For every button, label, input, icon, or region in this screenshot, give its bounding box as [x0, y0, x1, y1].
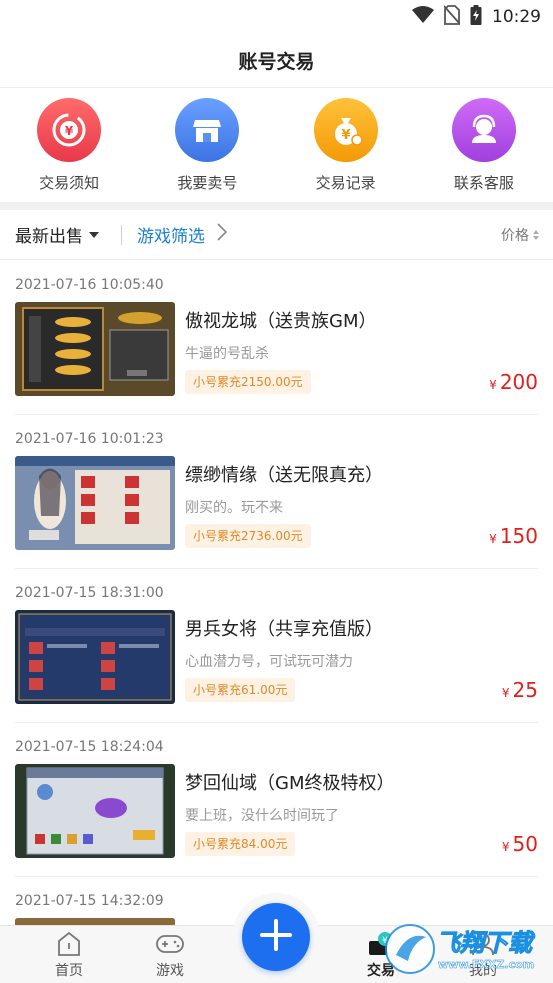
- sort-dropdown[interactable]: 最新出售: [15, 222, 99, 247]
- listing-price: ¥200: [489, 370, 538, 394]
- recharge-tag: 小号累充61.00元: [185, 678, 296, 702]
- listing-item[interactable]: 2021-07-16 10:05:40 傲视龙城（送贵族GM） 牛逼的号乱杀 小…: [15, 261, 538, 415]
- currency-symbol: ¥: [501, 840, 510, 854]
- currency-symbol: ¥: [489, 532, 497, 546]
- listing-desc: 心血潜力号，可试玩可潜力: [185, 654, 353, 670]
- recharge-tag: 小号累充84.00元: [185, 832, 296, 856]
- listing-desc: 刚买的。玩不来: [185, 500, 283, 516]
- listing-thumbnail: [15, 610, 175, 704]
- game-filter-button[interactable]: 游戏筛选: [137, 222, 228, 247]
- recharge-tag: 小号累充2150.00元: [185, 370, 311, 394]
- trade-notice-button[interactable]: ¥ 交易须知: [0, 89, 138, 202]
- listing-thumbnail: [15, 302, 175, 396]
- qa-label: 交易须知: [39, 174, 100, 192]
- section-divider: [0, 202, 553, 210]
- shop-icon: [175, 98, 240, 162]
- caret-down-icon: [89, 231, 99, 238]
- listing-date: 2021-07-16 10:05:40: [15, 277, 164, 293]
- price-sort-button[interactable]: 价格: [501, 225, 539, 245]
- trade-records-button[interactable]: ¥ 交易记录: [277, 89, 415, 202]
- sort-label: 最新出售: [15, 227, 83, 247]
- status-time: 10:29: [492, 7, 541, 27]
- price-value: 25: [512, 678, 538, 702]
- qa-label: 我要卖号: [177, 174, 238, 192]
- sort-arrows-icon: [533, 230, 539, 240]
- wifi-icon: [412, 6, 434, 28]
- price-label: 价格: [501, 228, 529, 244]
- game-filter-label: 游戏筛选: [137, 227, 205, 247]
- watermark-url: www.FXXZ.com: [438, 958, 535, 972]
- page-title: 账号交易: [238, 51, 315, 73]
- listing-desc: 要上班，没什么时间玩了: [185, 808, 339, 824]
- watermark: 飞翔下载 www.FXXZ.com: [380, 915, 553, 983]
- listing-price: ¥50: [502, 832, 538, 856]
- customer-service-icon: [451, 98, 516, 162]
- listing-item[interactable]: 2021-07-16 10:01:23 缥缈情缘（送无限真充） 刚买的。玩不来 …: [15, 415, 538, 569]
- recharge-tag: 小号累充2736.00元: [185, 524, 311, 548]
- listing-title: 缥缈情缘（送无限真充）: [185, 465, 383, 486]
- listing-price: ¥150: [489, 524, 538, 548]
- listing-date: 2021-07-15 14:32:09: [15, 893, 164, 909]
- status-bar: 10:29: [0, 0, 553, 34]
- no-sim-icon: [443, 5, 461, 29]
- listing-price: ¥25: [502, 678, 538, 702]
- listing-desc: 牛逼的号乱杀: [185, 346, 269, 362]
- plus-icon: [259, 918, 293, 956]
- quick-actions: ¥ 交易须知 我要卖号 ¥ 交易记录 联系客服: [0, 89, 553, 202]
- listing-list: 2021-07-16 10:05:40 傲视龙城（送贵族GM） 牛逼的号乱杀 小…: [0, 261, 553, 925]
- listing-title: 傲视龙城（送贵族GM）: [185, 311, 377, 332]
- listing-date: 2021-07-15 18:31:00: [15, 585, 164, 601]
- sell-account-button[interactable]: 我要卖号: [138, 89, 276, 202]
- svg-text:¥: ¥: [65, 124, 74, 138]
- listing-item[interactable]: 2021-07-15 18:24:04 梦回仙域（GM终极特权） 要上班，没什么…: [15, 723, 538, 877]
- battery-charging-icon: [470, 5, 482, 29]
- listing-thumbnail: [15, 456, 175, 550]
- listing-item[interactable]: 2021-07-15 18:31:00 男兵女将（共享充值版） 心血潜力号，可试…: [15, 569, 538, 723]
- qa-label: 联系客服: [453, 174, 514, 192]
- nav-label: 首页: [55, 963, 83, 979]
- price-value: 200: [499, 370, 538, 394]
- listing-date: 2021-07-16 10:01:23: [15, 431, 164, 447]
- title-bar: 账号交易: [0, 34, 553, 88]
- listing-thumbnail: [15, 764, 175, 858]
- price-value: 150: [499, 524, 538, 548]
- gamepad-icon: [156, 931, 184, 957]
- home-icon: [56, 931, 82, 957]
- customer-service-button[interactable]: 联系客服: [415, 89, 553, 202]
- svg-text:¥: ¥: [341, 128, 350, 143]
- notice-icon: ¥: [37, 98, 102, 162]
- filter-bar: 最新出售 游戏筛选 价格: [0, 210, 553, 260]
- nav-label: 游戏: [156, 963, 184, 979]
- qa-label: 交易记录: [315, 174, 376, 192]
- add-button[interactable]: [242, 903, 310, 971]
- nav-home[interactable]: 首页: [29, 926, 109, 983]
- money-bag-icon: ¥: [313, 98, 378, 162]
- watermark-logo-icon: [385, 924, 435, 974]
- currency-symbol: ¥: [501, 686, 510, 700]
- currency-symbol: ¥: [489, 378, 497, 392]
- watermark-text: 飞翔下载: [436, 929, 533, 958]
- listing-title: 梦回仙域（GM终极特权）: [185, 773, 395, 794]
- listing-title: 男兵女将（共享充值版）: [185, 619, 383, 640]
- price-value: 50: [512, 832, 538, 856]
- chevron-right-icon: [217, 223, 228, 246]
- listing-thumbnail: [15, 918, 175, 925]
- filter-divider: [121, 224, 122, 245]
- nav-games[interactable]: 游戏: [130, 926, 210, 983]
- listing-date: 2021-07-15 18:24:04: [15, 739, 164, 755]
